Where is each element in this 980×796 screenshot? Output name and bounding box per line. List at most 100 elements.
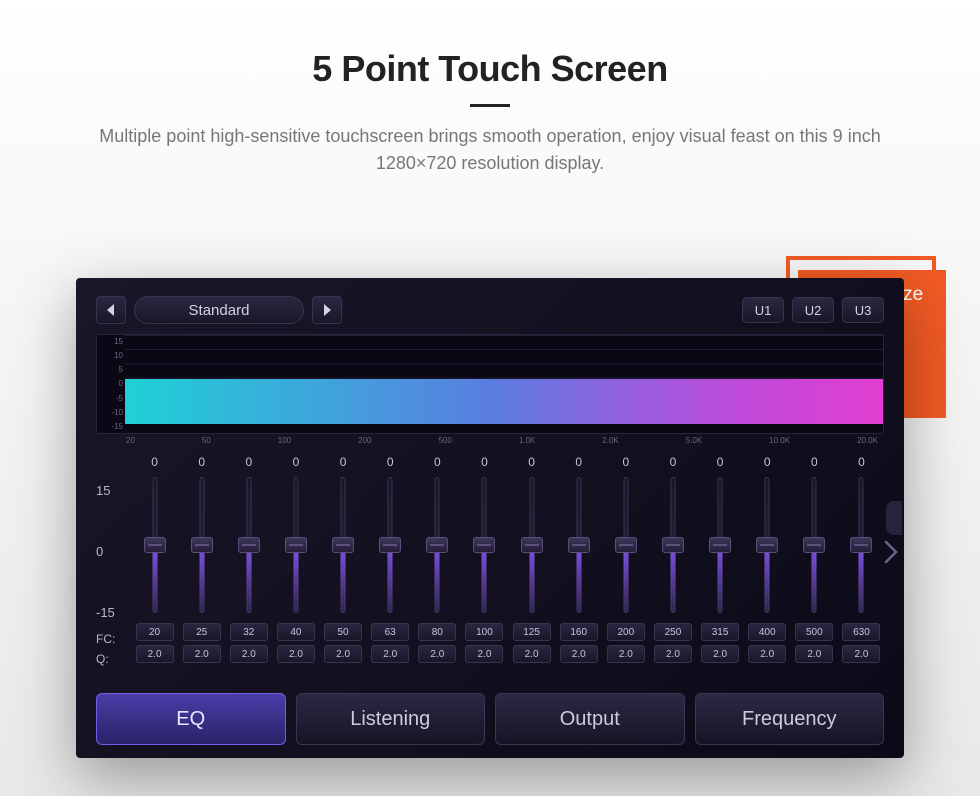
slider-thumb[interactable] <box>521 537 543 553</box>
band-q[interactable]: 2.0 <box>465 645 503 663</box>
band-fc[interactable]: 315 <box>701 623 739 641</box>
spectrum-graph <box>125 335 883 433</box>
slider-thumb[interactable] <box>473 537 495 553</box>
band-slider[interactable] <box>853 477 869 613</box>
band-fc[interactable]: 160 <box>560 623 598 641</box>
page-title: 5 Point Touch Screen <box>0 48 980 90</box>
slider-scale: 15 0 -15 FC: Q: <box>96 455 132 683</box>
tab-output[interactable]: Output <box>495 693 685 745</box>
slider-thumb[interactable] <box>756 537 778 553</box>
band-fc[interactable]: 100 <box>465 623 503 641</box>
chevron-right-icon <box>322 304 332 316</box>
slider-thumb[interactable] <box>238 537 260 553</box>
tab-listening[interactable]: Listening <box>296 693 486 745</box>
band-q[interactable]: 2.0 <box>136 645 174 663</box>
band-slider[interactable] <box>712 477 728 613</box>
slider-thumb[interactable] <box>709 537 731 553</box>
band-slider[interactable] <box>241 477 257 613</box>
band-q[interactable]: 2.0 <box>842 645 880 663</box>
band-value: 0 <box>811 455 818 475</box>
band-slider[interactable] <box>382 477 398 613</box>
eq-band: 0 20 2.0 <box>132 455 177 683</box>
preset-prev-button[interactable] <box>96 296 126 324</box>
band-q[interactable]: 2.0 <box>607 645 645 663</box>
expand-tab[interactable] <box>886 501 902 535</box>
slider-thumb[interactable] <box>285 537 307 553</box>
tab-eq[interactable]: EQ <box>96 693 286 745</box>
band-value: 0 <box>622 455 629 475</box>
bottom-tabs: EQ Listening Output Frequency <box>96 693 884 745</box>
band-q[interactable]: 2.0 <box>324 645 362 663</box>
slider-thumb[interactable] <box>850 537 872 553</box>
band-q[interactable]: 2.0 <box>701 645 739 663</box>
band-fc[interactable]: 40 <box>277 623 315 641</box>
band-fc[interactable]: 32 <box>230 623 268 641</box>
band-value: 0 <box>481 455 488 475</box>
band-slider[interactable] <box>476 477 492 613</box>
band-fc[interactable]: 200 <box>607 623 645 641</box>
band-fc[interactable]: 20 <box>136 623 174 641</box>
band-fc[interactable]: 500 <box>795 623 833 641</box>
slider-thumb[interactable] <box>191 537 213 553</box>
band-fc[interactable]: 50 <box>324 623 362 641</box>
band-fc[interactable]: 400 <box>748 623 786 641</box>
slider-thumb[interactable] <box>332 537 354 553</box>
slider-thumb[interactable] <box>568 537 590 553</box>
scale-mark: 0 <box>96 544 132 559</box>
band-slider[interactable] <box>288 477 304 613</box>
slider-thumb[interactable] <box>615 537 637 553</box>
eq-band: 0802.0 <box>415 455 460 683</box>
eq-band: 01602.0 <box>556 455 601 683</box>
band-value: 0 <box>340 455 347 475</box>
band-q[interactable]: 2.0 <box>513 645 551 663</box>
preset-next-button[interactable] <box>312 296 342 324</box>
eq-band: 03152.0 <box>698 455 743 683</box>
band-q[interactable]: 2.0 <box>277 645 315 663</box>
slider-thumb[interactable] <box>426 537 448 553</box>
band-slider[interactable] <box>571 477 587 613</box>
user-preset-1-button[interactable]: U1 <box>742 297 784 323</box>
band-slider[interactable] <box>429 477 445 613</box>
band-slider[interactable] <box>665 477 681 613</box>
slider-thumb[interactable] <box>803 537 825 553</box>
band-q[interactable]: 2.0 <box>748 645 786 663</box>
tab-frequency[interactable]: Frequency <box>695 693 885 745</box>
user-preset-3-button[interactable]: U3 <box>842 297 884 323</box>
band-fc[interactable]: 630 <box>842 623 880 641</box>
band-fc[interactable]: 63 <box>371 623 409 641</box>
band-slider[interactable] <box>759 477 775 613</box>
user-preset-2-button[interactable]: U2 <box>792 297 834 323</box>
band-slider[interactable] <box>618 477 634 613</box>
band-value: 0 <box>151 455 158 475</box>
eq-topbar: Standard U1 U2 U3 <box>96 294 884 326</box>
band-fc[interactable]: 80 <box>418 623 456 641</box>
band-value: 0 <box>764 455 771 475</box>
band-value: 0 <box>387 455 394 475</box>
band-value: 0 <box>293 455 300 475</box>
band-q[interactable]: 2.0 <box>418 645 456 663</box>
eq-band: 06302.0 <box>839 455 884 683</box>
band-slider[interactable] <box>194 477 210 613</box>
slider-thumb[interactable] <box>144 537 166 553</box>
bands-next-button[interactable] <box>884 539 898 571</box>
x-tick: 20 <box>126 436 135 445</box>
band-slider[interactable] <box>147 477 163 613</box>
x-tick: 500 <box>438 436 451 445</box>
band-slider[interactable] <box>524 477 540 613</box>
band-fc[interactable]: 250 <box>654 623 692 641</box>
slider-thumb[interactable] <box>662 537 684 553</box>
eq-band: 0 40 2.0 <box>273 455 318 683</box>
band-q[interactable]: 2.0 <box>560 645 598 663</box>
band-q[interactable]: 2.0 <box>183 645 221 663</box>
band-q[interactable]: 2.0 <box>230 645 268 663</box>
band-slider[interactable] <box>806 477 822 613</box>
band-q[interactable]: 2.0 <box>654 645 692 663</box>
band-q[interactable]: 2.0 <box>795 645 833 663</box>
band-q[interactable]: 2.0 <box>371 645 409 663</box>
slider-thumb[interactable] <box>379 537 401 553</box>
band-slider[interactable] <box>335 477 351 613</box>
band-fc[interactable]: 25 <box>183 623 221 641</box>
spectrum-x-axis: 20 50 100 200 500 1.0K 2.0K 5.0K 10.0K 2… <box>96 434 884 445</box>
preset-name[interactable]: Standard <box>134 296 304 324</box>
band-fc[interactable]: 125 <box>513 623 551 641</box>
